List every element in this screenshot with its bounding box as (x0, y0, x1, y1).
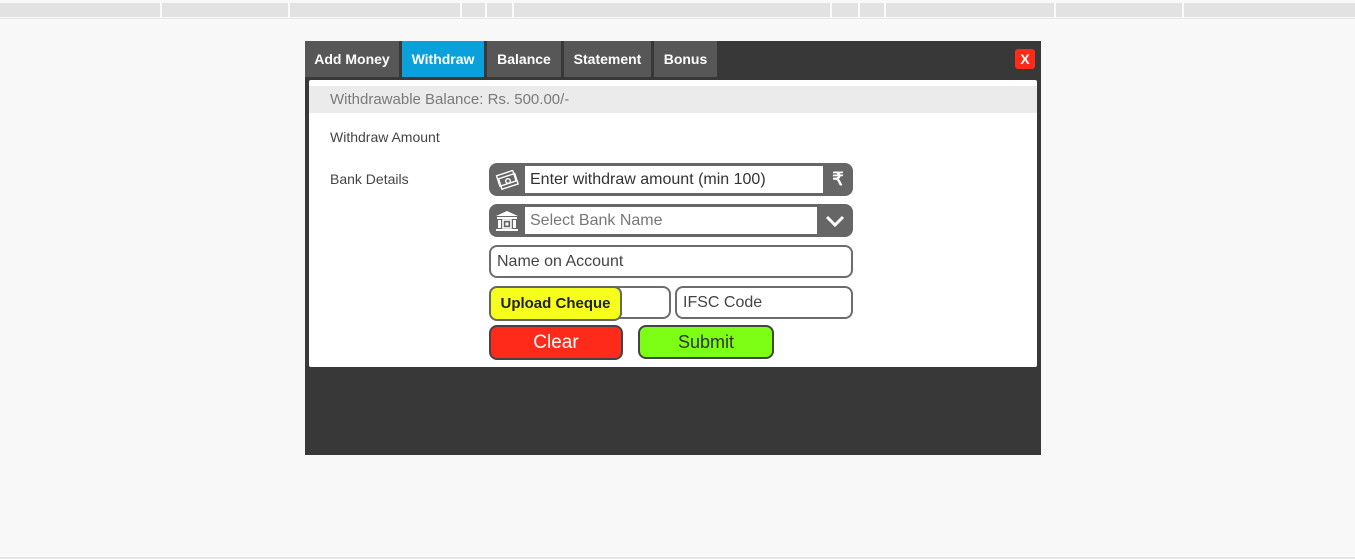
strip-divider (485, 3, 487, 17)
strip-divider (884, 3, 886, 17)
name-on-account-input[interactable]: Name on Account (489, 245, 853, 278)
withdraw-amount-input[interactable]: Enter withdraw amount (min 100) (525, 166, 823, 193)
strip-divider (288, 3, 290, 17)
tab-withdraw[interactable]: Withdraw (402, 41, 484, 77)
wallet-modal: Add Money Withdraw Balance Statement Bon… (305, 41, 1041, 455)
tab-bonus[interactable]: Bonus (654, 41, 717, 77)
withdraw-amount-label: Withdraw Amount (330, 129, 440, 145)
bank-name-select[interactable]: Select Bank Name (525, 207, 817, 234)
upload-cheque-button[interactable]: Upload Cheque (489, 286, 622, 321)
tab-bar: Add Money Withdraw Balance Statement Bon… (305, 41, 720, 77)
ifsc-code-input[interactable]: IFSC Code (675, 286, 853, 319)
strip-divider (830, 3, 832, 17)
clear-button[interactable]: Clear (489, 325, 623, 360)
strip-divider (1054, 3, 1056, 17)
strip-divider (858, 3, 860, 17)
withdraw-panel: Withdrawable Balance: Rs. 500.00/- Withd… (309, 80, 1037, 367)
rupee-icon: ₹ (832, 169, 844, 189)
submit-button[interactable]: Submit (638, 325, 774, 359)
bank-details-label: Bank Details (330, 171, 409, 187)
chevron-down-icon[interactable] (817, 207, 853, 234)
strip-divider (460, 3, 462, 17)
bank-icon (489, 207, 525, 234)
money-icon (489, 166, 525, 193)
strip-divider (1182, 3, 1184, 17)
tab-balance[interactable]: Balance (487, 41, 561, 77)
strip-divider (512, 3, 514, 17)
top-toolbar-strip (0, 0, 1355, 19)
withdraw-amount-group: Enter withdraw amount (min 100) ₹ (489, 163, 853, 196)
bank-select-group: Select Bank Name (489, 204, 853, 237)
top-strip-bar (0, 3, 1355, 17)
tab-add-money[interactable]: Add Money (305, 41, 399, 77)
tab-statement[interactable]: Statement (564, 41, 651, 77)
withdrawable-balance: Withdrawable Balance: Rs. 500.00/- (309, 86, 1037, 113)
close-button[interactable]: X (1015, 49, 1035, 69)
strip-divider (160, 3, 162, 17)
